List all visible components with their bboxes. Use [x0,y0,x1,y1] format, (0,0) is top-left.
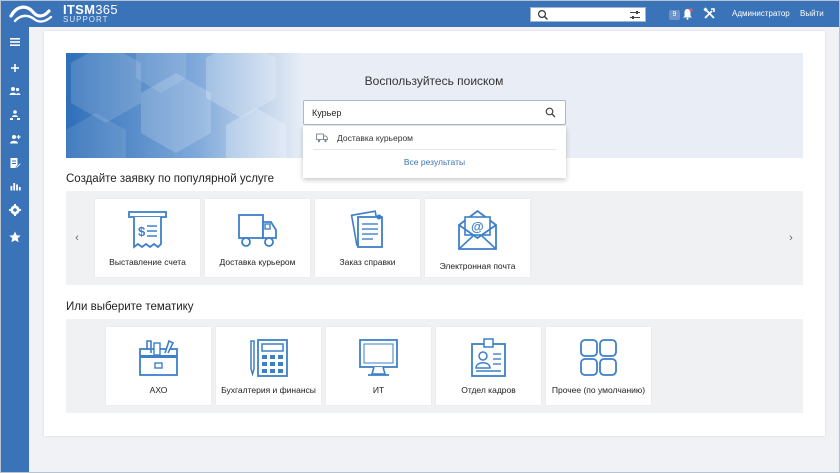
topic-tile-label: Отдел кадров [461,385,516,395]
hexagon-banner-image [66,53,303,158]
org-icon[interactable] [8,108,22,122]
email-icon: @ [458,209,497,250]
service-tile-label: Доставка курьером [219,257,296,267]
add-user-icon[interactable] [8,132,22,146]
grid-icon [580,339,617,376]
global-search[interactable] [530,7,646,22]
search-results-dropdown: Доставка курьером Все результаты [303,126,566,178]
calculator-icon [250,339,288,377]
search-icon [537,9,548,20]
topic-tile-aho[interactable]: АХО [106,327,211,405]
menu-icon[interactable] [8,35,22,49]
logo-subtitle: SUPPORT [63,15,109,24]
monitor-icon [359,339,398,376]
edit-doc-icon[interactable] [8,156,22,170]
carousel-prev-button[interactable]: ‹ [72,232,82,244]
svg-text:@: @ [471,219,484,234]
popular-section-title: Создайте заявку по популярной услуге [66,173,274,185]
chart-icon[interactable] [8,179,22,193]
logo-icon[interactable] [9,3,55,25]
search-hero-title: Воспользуйтесь поиском [364,74,504,88]
service-search-input[interactable] [312,107,532,119]
truck-icon [238,214,277,247]
plus-icon[interactable] [8,61,22,75]
top-bar: ITSM365 SUPPORT 9 Администратор Выйти [1,1,839,27]
topic-tile-hr[interactable]: Отдел кадров [436,327,541,405]
topic-tile-label: ИТ [372,385,385,395]
filter-icon[interactable] [629,9,641,21]
user-menu-link[interactable]: Администратор [732,9,790,19]
search-result-label: Доставка курьером [337,133,414,143]
search-icon[interactable] [545,107,556,118]
users-icon[interactable] [8,84,22,98]
settings-icon[interactable] [8,203,22,217]
search-result-item[interactable]: Доставка курьером [303,130,566,148]
topic-tile-label: АХО [149,385,168,395]
documents-icon [350,210,383,248]
sidebar [1,27,29,472]
service-tile-courier[interactable]: Доставка курьером [205,199,310,277]
service-tile-label: Электронная почта [439,261,516,271]
tools-icon[interactable] [703,7,716,20]
id-badge-icon [471,338,506,377]
topic-tile-it[interactable]: ИТ [326,327,431,405]
all-results-link[interactable]: Все результаты [303,157,566,167]
topic-tile-other[interactable]: Прочее (по умолчанию) [546,327,651,405]
service-search-box[interactable] [303,100,566,125]
topic-tile-accounting[interactable]: Бухгалтерия и финансы [216,327,321,405]
popular-services-strip: ‹ › $ Выставление счета Доставка курьеро… [66,191,803,285]
service-tile-certificate[interactable]: Заказ справки [315,199,420,277]
carousel-next-button[interactable]: › [786,232,796,244]
service-tile-label: Выставление счета [109,257,186,267]
logout-link[interactable]: Выйти [800,9,824,19]
bell-icon[interactable] [682,8,693,20]
service-tile-email[interactable]: @ Электронная почта [425,199,530,277]
star-icon[interactable] [8,230,22,244]
dropdown-divider [313,149,556,150]
topics-section-title: Или выберите тематику [66,301,194,313]
service-tile-invoice[interactable]: $ Выставление счета [95,199,200,277]
topic-tile-label: Прочее (по умолчанию) [551,385,646,395]
toolbox-icon [139,339,178,376]
svg-text:$: $ [138,224,146,239]
topics-strip: АХО Бухгалтерия и финансы ИТ Отдел кадро… [66,319,803,413]
service-tile-label: Заказ справки [339,257,396,267]
truck-icon [316,133,328,143]
notification-count-badge[interactable]: 9 [669,10,680,20]
topic-tile-label: Бухгалтерия и финансы [221,385,316,395]
global-search-input[interactable] [551,9,623,20]
invoice-icon: $ [128,211,167,249]
